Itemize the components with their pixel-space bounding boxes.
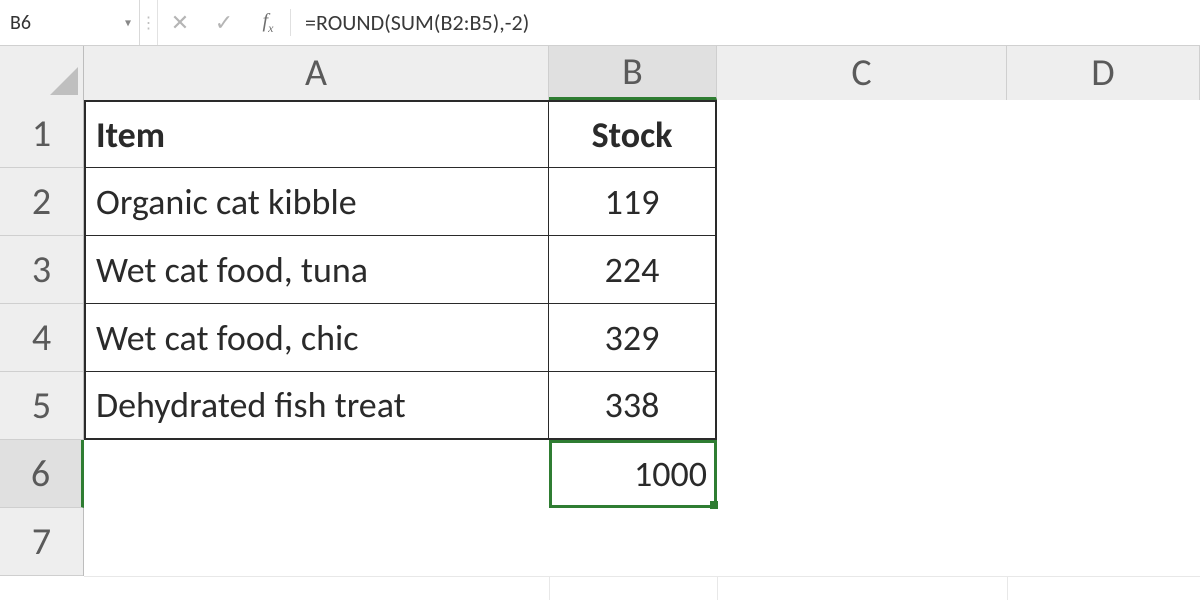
table-row: 1000 (84, 440, 1200, 508)
formula-text: =ROUND(SUM(B2:B5),-2) (305, 9, 529, 36)
cell-A7[interactable] (84, 508, 549, 576)
cell-A5[interactable]: Dehydrated fish treat (84, 372, 549, 440)
row-headers: 1 2 3 4 5 6 7 (0, 100, 84, 576)
cells-area: Item Stock Organic cat kibble 119 Wet ca… (84, 100, 1200, 576)
column-header-A[interactable]: A (84, 46, 549, 100)
name-box-dropdown-icon[interactable]: ▾ (125, 15, 131, 30)
table-row: Organic cat kibble 119 (84, 168, 1200, 236)
row-header-1[interactable]: 1 (0, 100, 83, 168)
fx-icon: fx (263, 10, 274, 36)
column-header-C[interactable]: C (717, 46, 1007, 100)
cell-C3[interactable] (717, 236, 1007, 304)
cell-C7[interactable] (717, 508, 1007, 576)
cell-B5[interactable]: 338 (549, 372, 717, 440)
column-header-D[interactable]: D (1007, 46, 1200, 100)
check-icon: ✓ (215, 9, 233, 36)
row-header-2[interactable]: 2 (0, 168, 83, 236)
cancel-icon: ✕ (171, 9, 189, 36)
cell-D2[interactable] (1007, 168, 1200, 236)
table-row: Wet cat food, chic 329 (84, 304, 1200, 372)
table-row: Item Stock (84, 100, 1200, 168)
row-header-3[interactable]: 3 (0, 236, 83, 304)
cell-A1[interactable]: Item (84, 100, 549, 168)
cell-D6[interactable] (1007, 440, 1200, 508)
cell-D3[interactable] (1007, 236, 1200, 304)
column-headers: A B C D (0, 46, 1200, 100)
cell-A4[interactable]: Wet cat food, chic (84, 304, 549, 372)
cell-A6[interactable] (84, 440, 549, 508)
gridline (84, 576, 1200, 577)
namebox-resize-handle[interactable]: ⋮ (140, 0, 158, 45)
formula-bar: B6 ▾ ⋮ ✕ ✓ fx =ROUND(SUM(B2:B5),-2) (0, 0, 1200, 46)
table-row (84, 508, 1200, 576)
cell-B2[interactable]: 119 (549, 168, 717, 236)
cell-D1[interactable] (1007, 100, 1200, 168)
cell-C6[interactable] (717, 440, 1007, 508)
cell-B7[interactable] (549, 508, 717, 576)
cell-D4[interactable] (1007, 304, 1200, 372)
formula-input[interactable]: =ROUND(SUM(B2:B5),-2) (291, 0, 1200, 45)
cell-B4[interactable]: 329 (549, 304, 717, 372)
select-all-corner[interactable] (0, 46, 84, 100)
cell-C2[interactable] (717, 168, 1007, 236)
table-row: Dehydrated fish treat 338 (84, 372, 1200, 440)
cell-B1[interactable]: Stock (549, 100, 717, 168)
name-box-text: B6 (10, 11, 31, 35)
table-row: Wet cat food, tuna 224 (84, 236, 1200, 304)
column-header-B[interactable]: B (549, 46, 717, 100)
cell-B3[interactable]: 224 (549, 236, 717, 304)
row-header-4[interactable]: 4 (0, 304, 83, 372)
cell-C1[interactable] (717, 100, 1007, 168)
cell-A3[interactable]: Wet cat food, tuna (84, 236, 549, 304)
cell-A2[interactable]: Organic cat kibble (84, 168, 549, 236)
cell-D7[interactable] (1007, 508, 1200, 576)
cell-C4[interactable] (717, 304, 1007, 372)
row-header-5[interactable]: 5 (0, 372, 83, 440)
cell-C5[interactable] (717, 372, 1007, 440)
cancel-formula-button[interactable]: ✕ (158, 0, 202, 45)
cell-B6[interactable]: 1000 (549, 440, 717, 508)
cell-D5[interactable] (1007, 372, 1200, 440)
insert-function-button[interactable]: fx (246, 0, 290, 45)
accept-formula-button[interactable]: ✓ (202, 0, 246, 45)
worksheet: A B C D 1 2 3 4 5 6 7 Item Stock Organic… (0, 46, 1200, 600)
name-box[interactable]: B6 ▾ (0, 0, 140, 45)
row-header-6[interactable]: 6 (0, 440, 84, 508)
row-header-7[interactable]: 7 (0, 508, 83, 576)
